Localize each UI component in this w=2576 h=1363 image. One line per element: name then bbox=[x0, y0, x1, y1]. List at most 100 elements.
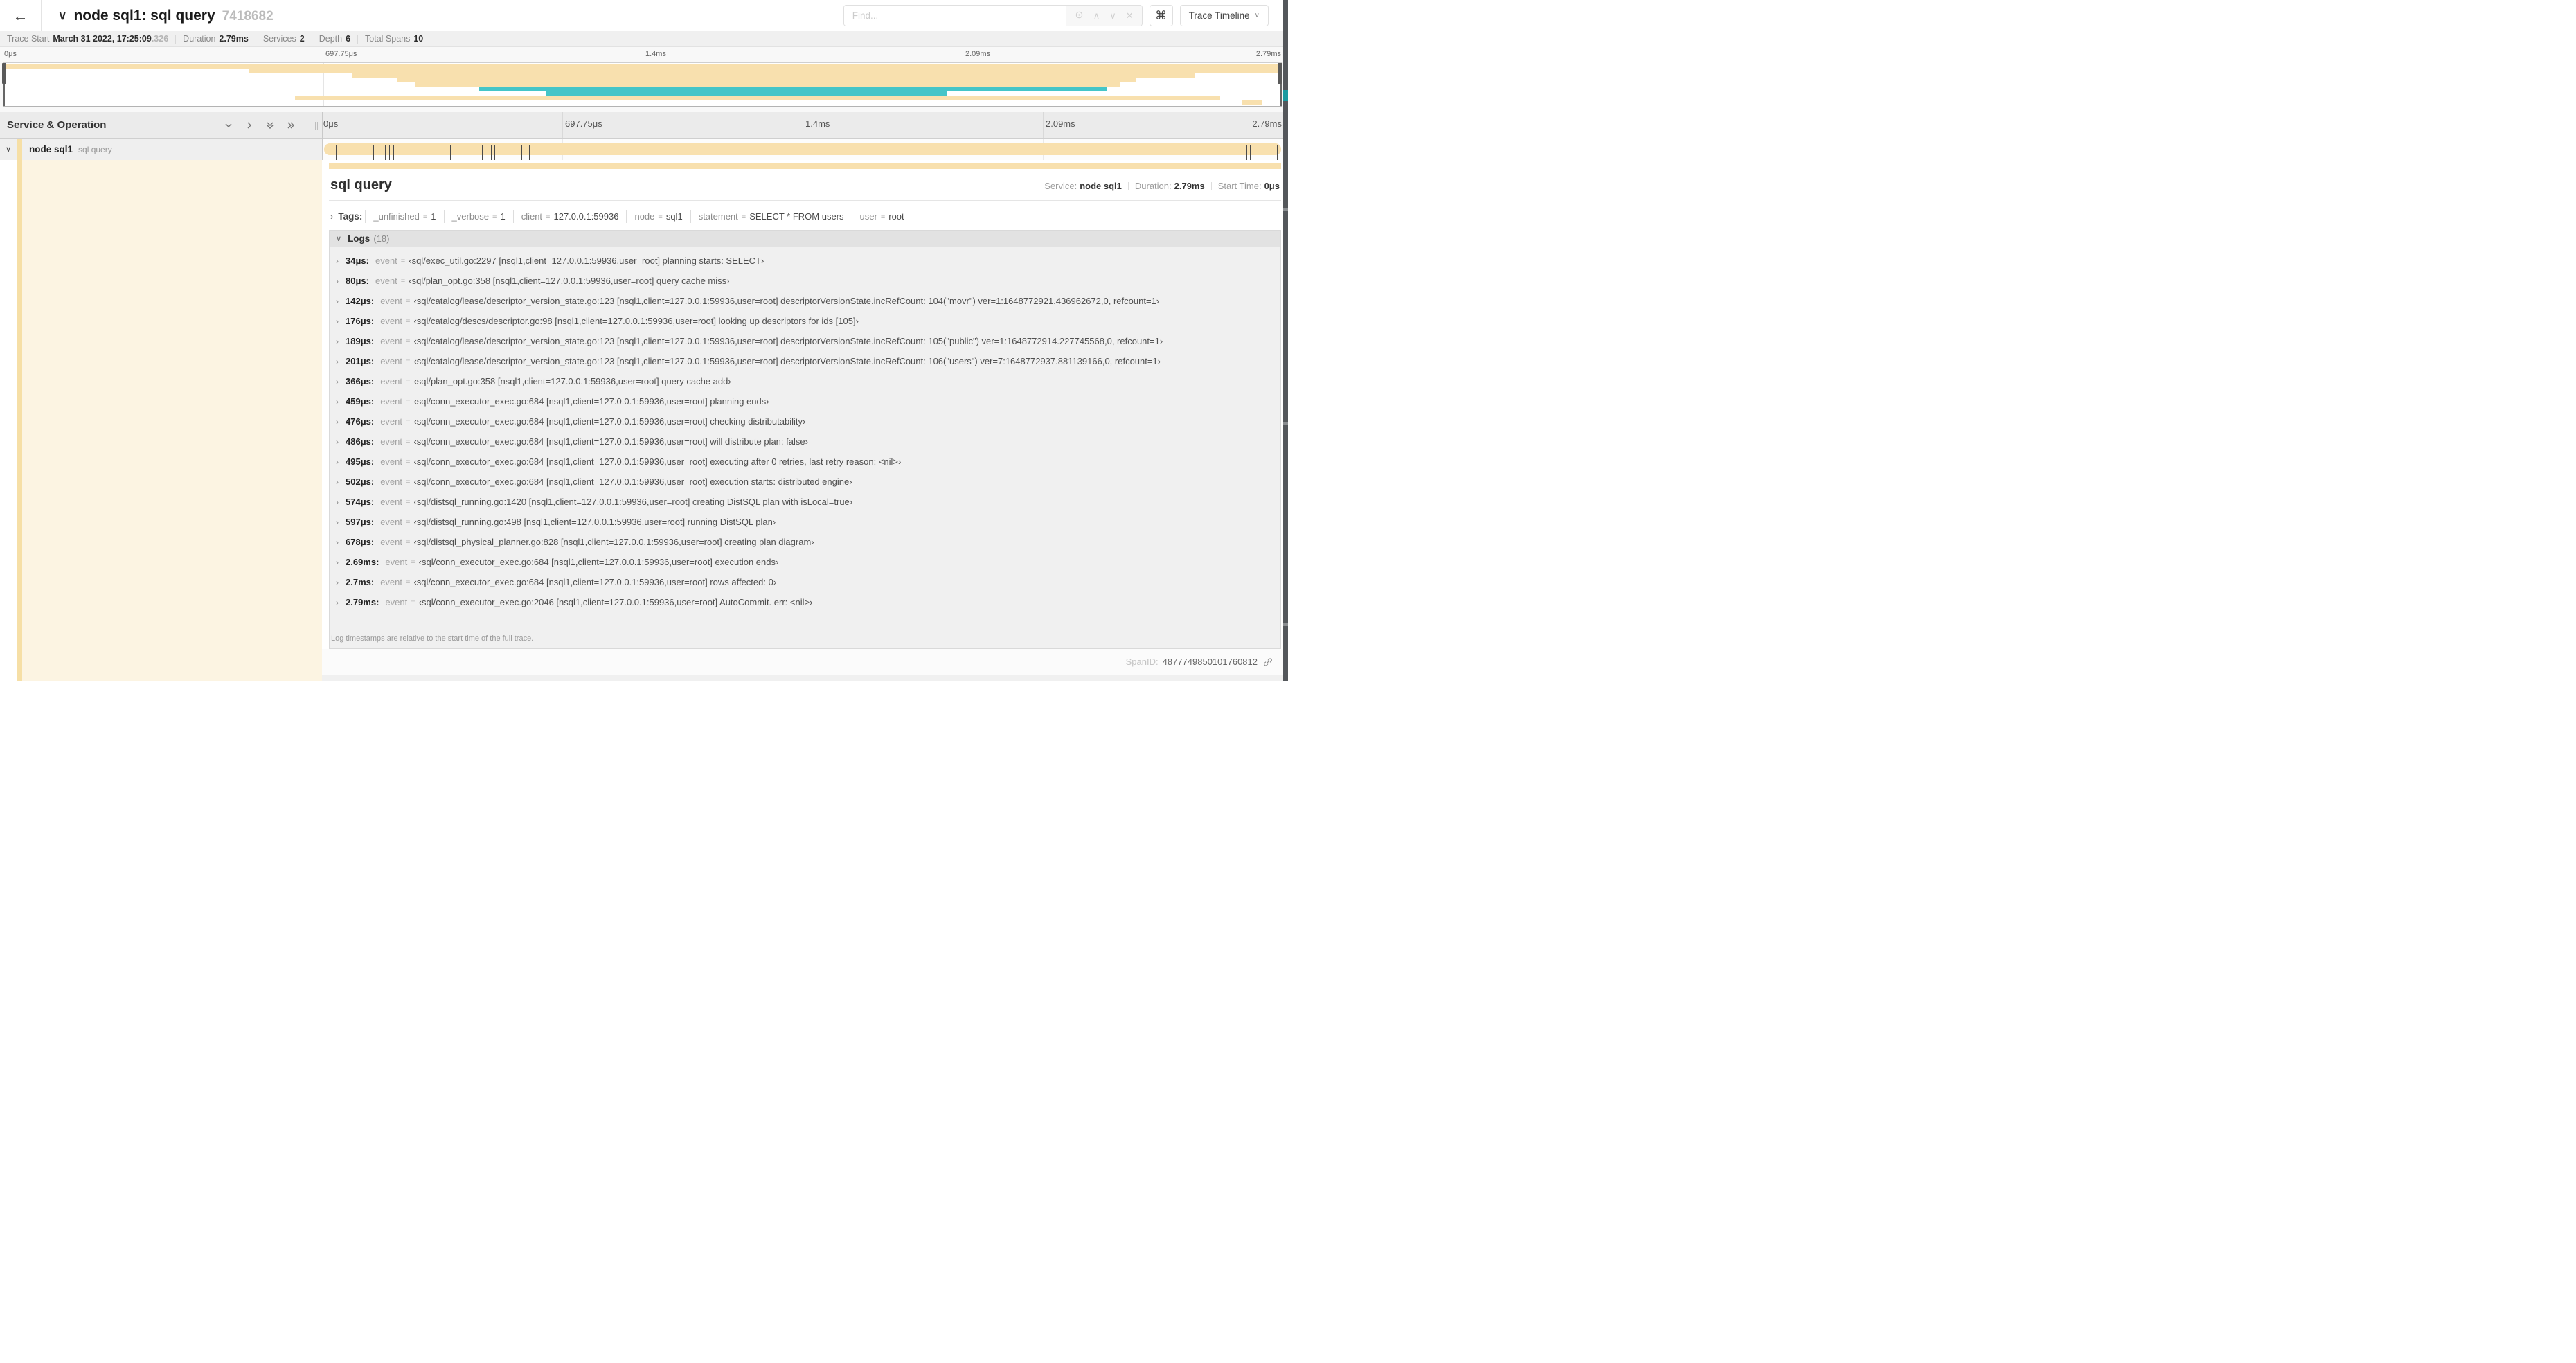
minimap-span-bar bbox=[545, 91, 947, 96]
focus-target-icon[interactable] bbox=[1075, 10, 1084, 21]
edge-fleck bbox=[1283, 208, 1288, 211]
detail-row-background bbox=[22, 160, 322, 682]
log-field-value: ‹sql/conn_executor_exec.go:684 [nsql1,cl… bbox=[418, 557, 779, 567]
log-chevron-right-icon[interactable]: › bbox=[336, 457, 346, 467]
log-row[interactable]: › 366μs: event = ‹sql/plan_opt.go:358 [nsql1… bbox=[336, 371, 1275, 391]
tag-key: _unfinished bbox=[373, 211, 420, 222]
log-chevron-right-icon[interactable]: › bbox=[336, 537, 346, 547]
tag-pill[interactable]: _verbose = 1 bbox=[443, 209, 513, 223]
minimap-left-scrubber[interactable] bbox=[2, 63, 6, 106]
tag-pill[interactable]: client = 127.0.0.1:59936 bbox=[512, 209, 627, 223]
log-row[interactable]: › 502μs: event = ‹sql/conn_executor_exec.go:… bbox=[336, 472, 1275, 492]
log-chevron-right-icon[interactable]: › bbox=[336, 276, 346, 286]
log-row[interactable]: › 201μs: event = ‹sql/catalog/lease/descript… bbox=[336, 351, 1275, 371]
log-field-key: event bbox=[380, 537, 403, 547]
log-timestamp: 476μs: bbox=[346, 416, 375, 427]
log-field-key: event bbox=[380, 296, 403, 306]
service-color-stripe bbox=[17, 139, 22, 160]
log-chevron-right-icon[interactable]: › bbox=[336, 337, 346, 346]
next-result-chevron-down-icon[interactable]: ∨ bbox=[1109, 11, 1116, 20]
log-chevron-right-icon[interactable]: › bbox=[336, 397, 346, 407]
log-chevron-right-icon[interactable]: › bbox=[336, 256, 346, 266]
log-row[interactable]: › 2.7ms: event = ‹sql/conn_executor_exec.go:… bbox=[336, 572, 1275, 592]
minimap-span-bar bbox=[478, 87, 1107, 91]
minimap-right-scrubber[interactable] bbox=[1278, 63, 1282, 106]
log-row[interactable]: › 142μs: event = ‹sql/catalog/lease/descript… bbox=[336, 291, 1275, 311]
keyboard-shortcuts-button[interactable]: ⌘ bbox=[1149, 5, 1173, 26]
prev-result-chevron-up-icon[interactable]: ∧ bbox=[1093, 11, 1100, 20]
scrubber-handle[interactable] bbox=[2, 63, 6, 84]
log-timestamp: 201μs: bbox=[346, 356, 375, 366]
edge-fleck bbox=[1283, 623, 1288, 626]
stat-label: Trace Start bbox=[7, 34, 50, 44]
tag-pill[interactable]: statement = SELECT * FROM users bbox=[690, 209, 852, 223]
minimap-span-bar bbox=[397, 78, 1136, 82]
meta-value: node sql1 bbox=[1080, 181, 1122, 191]
meta-separator bbox=[1127, 181, 1129, 190]
tag-pill[interactable]: user = root bbox=[851, 209, 912, 223]
log-row[interactable]: › 2.79ms: event = ‹sql/conn_executor_exec.go… bbox=[336, 592, 1275, 612]
log-chevron-right-icon[interactable]: › bbox=[336, 357, 346, 366]
log-chevron-right-icon[interactable]: › bbox=[336, 417, 346, 427]
find-input[interactable] bbox=[843, 6, 1066, 26]
column-resize-grip[interactable] bbox=[315, 122, 318, 130]
log-field-value: ‹sql/catalog/lease/descriptor_version_st… bbox=[413, 296, 1160, 306]
log-row[interactable]: › 459μs: event = ‹sql/conn_executor_exec.go:… bbox=[336, 391, 1275, 411]
log-row[interactable]: › 2.69ms: event = ‹sql/conn_executor_exec.go… bbox=[336, 552, 1275, 572]
log-chevron-right-icon[interactable]: › bbox=[336, 517, 346, 527]
log-chevron-right-icon[interactable]: › bbox=[336, 296, 346, 306]
stat-item: Total Spans 10 bbox=[365, 34, 423, 44]
log-row[interactable]: › 574μs: event = ‹sql/distsql_running.go:142… bbox=[336, 492, 1275, 512]
span-row[interactable]: ∨ node sql1 sql query bbox=[0, 139, 1288, 163]
column-divider[interactable] bbox=[322, 112, 323, 160]
clear-search-icon[interactable]: ✕ bbox=[1126, 11, 1134, 20]
back-button[interactable]: ← bbox=[0, 0, 42, 31]
collapse-all-double-chevron-down-icon[interactable] bbox=[265, 121, 275, 130]
minimap-canvas[interactable] bbox=[2, 62, 1282, 107]
copy-link-icon[interactable] bbox=[1263, 657, 1273, 667]
tag-pill[interactable]: _unfinished = 1 bbox=[365, 209, 443, 223]
span-color-strip bbox=[329, 163, 1281, 169]
log-chevron-right-icon[interactable]: › bbox=[336, 377, 346, 386]
span-duration-bar[interactable] bbox=[324, 143, 1281, 163]
log-chevron-right-icon[interactable]: › bbox=[336, 598, 346, 607]
log-row[interactable]: › 495μs: event = ‹sql/conn_executor_exec.go:… bbox=[336, 452, 1275, 472]
log-chevron-right-icon[interactable]: › bbox=[336, 497, 346, 507]
log-field-value: ‹sql/conn_executor_exec.go:684 [nsql1,cl… bbox=[413, 577, 777, 587]
tag-key: user bbox=[859, 211, 877, 222]
log-chevron-right-icon[interactable]: › bbox=[336, 437, 346, 447]
tags-label: Tags: bbox=[338, 211, 363, 222]
timeline-tick-label: 1.4ms bbox=[645, 50, 666, 58]
span-id-value: 4877749850101760812 bbox=[1162, 657, 1258, 667]
log-row[interactable]: › 678μs: event = ‹sql/distsql_physical_plann… bbox=[336, 532, 1275, 552]
log-row[interactable]: › 189μs: event = ‹sql/catalog/lease/descript… bbox=[336, 331, 1275, 351]
span-row-name-cell[interactable]: ∨ node sql1 sql query bbox=[0, 139, 322, 160]
window-edge-scrollbar[interactable] bbox=[1283, 0, 1288, 682]
stat-item: Trace Start March 31 2022, 17:25:09.326 bbox=[7, 34, 168, 44]
scrubber-handle[interactable] bbox=[1278, 63, 1282, 84]
collapse-one-chevron-down-icon[interactable] bbox=[224, 121, 233, 130]
expand-one-chevron-right-icon[interactable] bbox=[244, 121, 254, 130]
log-field-value: ‹sql/catalog/descs/descriptor.go:98 [nsq… bbox=[413, 316, 859, 326]
logs-accordion-header[interactable]: ∨ Logs (18) bbox=[330, 231, 1280, 247]
log-chevron-right-icon[interactable]: › bbox=[336, 558, 346, 567]
expand-all-double-chevron-right-icon[interactable] bbox=[286, 121, 296, 130]
log-chevron-right-icon[interactable]: › bbox=[336, 578, 346, 587]
log-row[interactable]: › 80μs: event = ‹sql/plan_opt.go:358 [nsql1,… bbox=[336, 271, 1275, 291]
log-row[interactable]: › 476μs: event = ‹sql/conn_executor_exec.go:… bbox=[336, 411, 1275, 431]
meta-label: Duration: bbox=[1134, 181, 1172, 191]
stat-item: Duration 2.79ms bbox=[183, 34, 249, 44]
timeline-tick-label: 1.4ms bbox=[805, 118, 830, 129]
log-chevron-right-icon[interactable]: › bbox=[336, 317, 346, 326]
log-row[interactable]: › 176μs: event = ‹sql/catalog/descs/descript… bbox=[336, 311, 1275, 331]
tag-pill[interactable]: node = sql1 bbox=[626, 209, 690, 223]
log-row[interactable]: › 597μs: event = ‹sql/distsql_running.go:498… bbox=[336, 512, 1275, 532]
log-chevron-right-icon[interactable]: › bbox=[336, 477, 346, 487]
view-selector-button[interactable]: Trace Timeline ∨ bbox=[1179, 5, 1269, 26]
span-row-timeline[interactable] bbox=[322, 139, 1283, 163]
log-row[interactable]: › 486μs: event = ‹sql/conn_executor_exec.go:… bbox=[336, 431, 1275, 452]
log-row[interactable]: › 34μs: event = ‹sql/exec_util.go:2297 [nsql… bbox=[336, 251, 1275, 271]
tags-accordion[interactable]: › Tags: _unfinished = 1 _verbose = 1 client = 12… bbox=[330, 208, 1280, 224]
title-chevron-down-icon[interactable]: ∨ bbox=[58, 9, 66, 23]
span-collapse-chevron-icon[interactable]: ∨ bbox=[0, 145, 17, 154]
